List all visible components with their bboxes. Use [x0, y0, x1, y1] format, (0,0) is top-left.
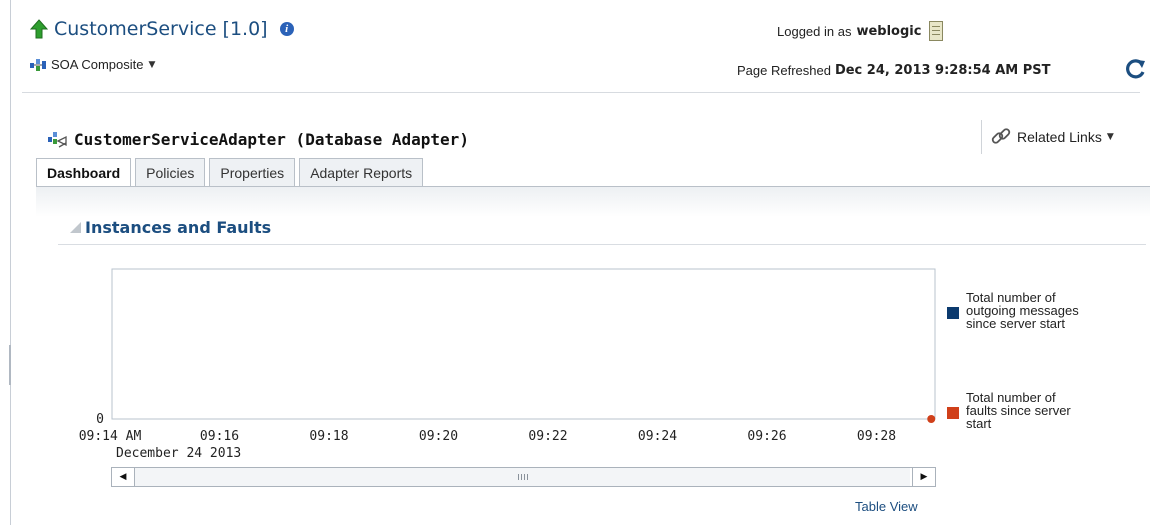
panel-divider — [58, 244, 1146, 245]
scroll-thumb[interactable] — [135, 468, 910, 486]
panel-title-row[interactable]: Instances and Faults — [70, 218, 271, 237]
x-axis-subtitle: December 24 2013 — [116, 446, 241, 461]
refreshed-time: Dec 24, 2013 9:28:54 AM PST — [834, 63, 1051, 78]
related-links-menu[interactable]: Related Links ▼ — [990, 126, 1114, 148]
user-document-icon[interactable] — [929, 21, 944, 41]
tab-divider — [36, 186, 1150, 187]
composite-icon — [30, 58, 46, 71]
app-title: CustomerService [1.0] — [54, 18, 268, 40]
x-tick-label: 09:20 — [419, 429, 458, 444]
instances-faults-chart: 09:14 AM 09:16 09:18 09:20 09:22 09:24 09:26 09… — [79, 268, 1079, 461]
logged-in-info: Logged in as weblogic — [777, 21, 944, 41]
chevron-down-icon: ▼ — [148, 59, 156, 70]
tab-properties[interactable]: Properties — [209, 158, 296, 186]
panel-title: Instances and Faults — [85, 218, 272, 237]
x-tick-label: 09:26 — [747, 429, 786, 444]
scroll-left-button[interactable]: ◀ — [112, 468, 135, 486]
header-divider — [22, 92, 1140, 93]
logged-in-prefix: Logged in as — [777, 23, 852, 39]
logged-in-user: weblogic — [856, 23, 922, 39]
page-refreshed-info: Page Refreshed Dec 24, 2013 9:28:54 AM P… — [737, 63, 1051, 78]
x-tick-label: 09:18 — [309, 429, 348, 444]
tab-bar: Dashboard Policies Properties Adapter Re… — [36, 158, 427, 187]
refreshed-prefix: Page Refreshed — [737, 63, 831, 78]
x-tick-label: 09:28 — [857, 429, 896, 444]
app-title-row: CustomerService [1.0] i — [30, 18, 294, 40]
legend-label: Total number of outgoing messages since se… — [966, 290, 1079, 331]
splitter-handle[interactable] — [9, 345, 11, 385]
collapse-triangle-icon[interactable] — [70, 222, 81, 233]
x-tick-label: 09:24 — [638, 429, 677, 444]
data-point[interactable] — [927, 415, 936, 423]
chevron-down-icon: ▼ — [1106, 132, 1114, 142]
grip-icon — [517, 474, 528, 480]
legend-label: Total number of faults since server start — [966, 390, 1071, 431]
section-title: CustomerServiceAdapter (Database Adapter… — [74, 130, 469, 149]
refresh-icon[interactable] — [1122, 56, 1148, 82]
plot-area — [111, 268, 936, 420]
x-tick-label: 09:14 AM — [79, 429, 142, 444]
info-icon[interactable]: i — [279, 22, 294, 36]
x-tick-label: 09:22 — [528, 429, 567, 444]
soa-composite-label: SOA Composite — [51, 57, 144, 72]
legend-swatch — [947, 407, 959, 419]
section-title-row: CustomerServiceAdapter (Database Adapter… — [48, 130, 469, 149]
related-links-label: Related Links — [1017, 129, 1102, 145]
left-border — [10, 0, 11, 525]
table-view-link[interactable]: Table View — [855, 499, 918, 514]
toolbar-separator — [981, 120, 982, 154]
soa-composite-menu[interactable]: SOA Composite ▼ — [30, 57, 155, 72]
up-arrow-icon — [30, 19, 48, 39]
tab-policies[interactable]: Policies — [135, 158, 206, 186]
x-tick-label: 09:16 — [200, 429, 239, 444]
tab-dashboard[interactable]: Dashboard — [36, 158, 132, 187]
tab-adapter-reports[interactable]: Adapter Reports — [299, 158, 424, 186]
database-adapter-icon — [48, 131, 67, 148]
chart-scrollbar[interactable]: ◀ ▶ — [111, 467, 936, 487]
y-tick-label: 0 — [96, 412, 104, 427]
legend-swatch — [947, 307, 959, 319]
chain-link-icon — [991, 128, 1011, 144]
scroll-right-button[interactable]: ▶ — [912, 468, 935, 486]
